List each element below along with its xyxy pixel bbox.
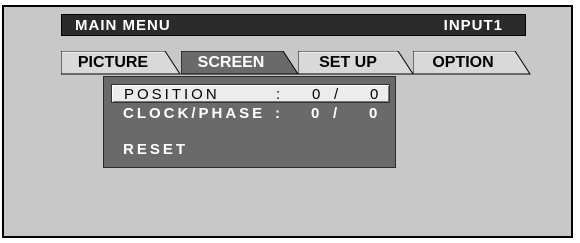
tab-screen-label: SCREEN (197, 54, 265, 71)
menu-title: MAIN MENU (75, 17, 171, 34)
clock-phase-slash: / (333, 105, 338, 122)
menu-screen: MAIN MENU INPUT1 PICTURE SCREEN SET UP O… (2, 5, 573, 238)
menu-item-reset[interactable]: RESET (111, 140, 390, 159)
tab-setup-label: SET UP (319, 54, 377, 71)
position-v-value: 0 (370, 86, 379, 103)
input-indicator: INPUT1 (443, 17, 503, 34)
tab-picture-label: PICTURE (77, 54, 149, 71)
phase-value: 0 (369, 105, 378, 122)
clock-value: 0 (311, 105, 320, 122)
position-h-value: 0 (312, 86, 321, 103)
tab-option-label: OPTION (432, 54, 494, 71)
position-separator: : (276, 86, 281, 103)
tab-option[interactable]: OPTION (413, 51, 531, 75)
menu-item-clock-phase[interactable]: CLOCK/PHASE : 0 / 0 (111, 104, 390, 123)
screen-submenu: POSITION : 0 / 0 CLOCK/PHASE : 0 / 0 RES… (103, 76, 396, 168)
position-label: POSITION (124, 86, 220, 103)
tab-screen[interactable]: SCREEN (181, 51, 299, 75)
clock-phase-separator: : (275, 105, 280, 122)
position-slash: / (334, 86, 339, 103)
menu-item-position[interactable]: POSITION : 0 / 0 (111, 84, 390, 103)
reset-label: RESET (123, 141, 189, 158)
tab-picture[interactable]: PICTURE (61, 51, 181, 75)
title-bar: MAIN MENU INPUT1 (61, 14, 526, 36)
clock-phase-label: CLOCK/PHASE (123, 105, 266, 122)
tab-setup[interactable]: SET UP (298, 51, 414, 75)
